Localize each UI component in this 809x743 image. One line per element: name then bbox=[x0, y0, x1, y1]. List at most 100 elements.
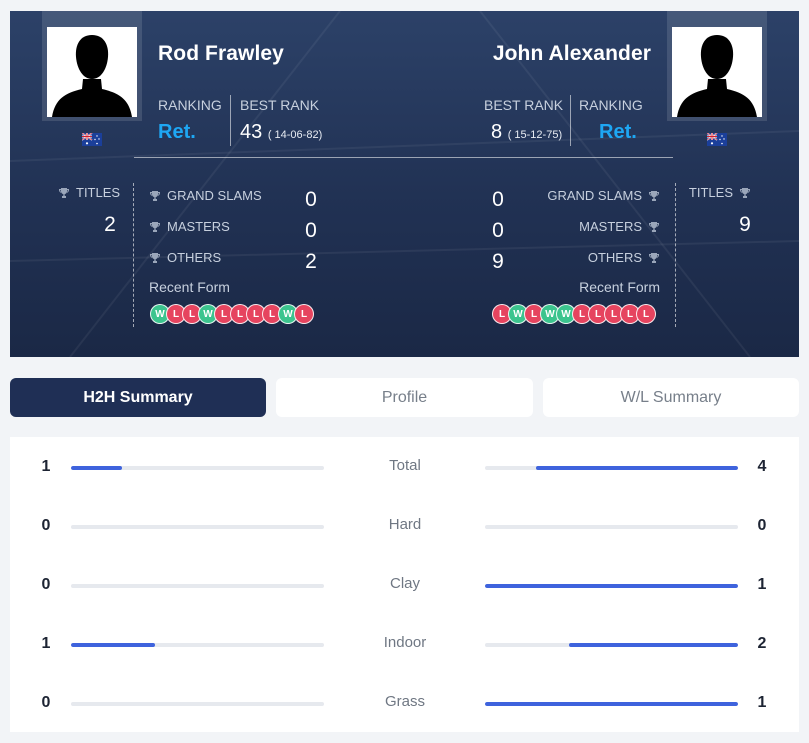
form-loss-badge: L bbox=[294, 304, 314, 324]
player2-titles-label: TITLES bbox=[688, 185, 733, 200]
player1-stat-bar-fill bbox=[71, 466, 122, 470]
player1-photo-frame bbox=[42, 11, 142, 121]
player2-others-value: 9 bbox=[492, 250, 504, 273]
player2-flag-icon bbox=[707, 133, 727, 146]
player2-masters-label: MASTERS bbox=[579, 219, 642, 234]
player2-recent-form-label: Recent Form bbox=[579, 279, 660, 295]
h2h-header: Rod Frawley John Alexander RANKING Ret. … bbox=[10, 11, 799, 357]
player2-stat-value: 0 bbox=[757, 517, 767, 534]
player2-stat-bar bbox=[485, 584, 738, 588]
player2-grand-slams-label: GRAND SLAMS bbox=[547, 188, 642, 203]
player2-others-label: OTHERS bbox=[587, 250, 642, 265]
player2-ranking-divider bbox=[570, 95, 571, 146]
player1-stat-value: 0 bbox=[41, 517, 51, 534]
tab-h2h-summary[interactable]: H2H Summary bbox=[10, 378, 266, 417]
player1-stat-value: 0 bbox=[41, 694, 51, 711]
player2-photo-frame bbox=[667, 11, 767, 121]
player2-recent-form: LWLWWLLLLL bbox=[492, 304, 662, 324]
trophy-icon bbox=[648, 252, 660, 264]
player1-best-rank: 43 ( 14-06-82) bbox=[240, 121, 322, 144]
player2-stat-bar bbox=[485, 466, 738, 470]
player1-best-rank-date: ( 14-06-82) bbox=[267, 129, 323, 141]
player2-stat-value: 4 bbox=[757, 458, 767, 475]
player2-silhouette-icon bbox=[672, 27, 762, 117]
player1-ranking-divider bbox=[230, 95, 231, 146]
player2-stat-bar bbox=[485, 525, 738, 529]
player1-best-rank-label: BEST RANK bbox=[240, 97, 320, 113]
player2-stat-bar-fill bbox=[485, 702, 738, 706]
stat-row-indoor: 1 Indoor 2 bbox=[10, 629, 799, 659]
player1-stat-bar-fill bbox=[71, 643, 156, 647]
player1-grand-slams-label: GRAND SLAMS bbox=[167, 188, 262, 203]
stat-row-hard: 0 Hard 0 bbox=[10, 511, 799, 541]
player1-grand-slams-value: 0 bbox=[305, 188, 317, 211]
player1-titles-value: 2 bbox=[104, 213, 116, 236]
player1-stat-bar bbox=[71, 702, 324, 706]
player1-stat-bar bbox=[71, 643, 324, 647]
stat-row-clay: 0 Clay 1 bbox=[10, 570, 799, 600]
player2-titles-value: 9 bbox=[739, 213, 751, 236]
player1-dashed-divider bbox=[133, 183, 134, 327]
player1-masters-label: MASTERS bbox=[167, 219, 230, 234]
player2-grand-slams-value: 0 bbox=[492, 188, 504, 211]
trophy-icon bbox=[149, 252, 161, 264]
player2-stat-bar bbox=[485, 643, 738, 647]
form-loss-badge: L bbox=[636, 304, 656, 324]
player2-avatar[interactable] bbox=[672, 27, 762, 117]
player2-ranking-value: Ret. bbox=[599, 121, 637, 143]
player1-best-rank-value: 43 bbox=[240, 121, 263, 143]
player2-ranking-label: RANKING bbox=[579, 97, 643, 113]
trophy-icon bbox=[149, 190, 161, 202]
player1-grand-slams-row: GRAND SLAMS bbox=[149, 188, 262, 203]
player2-stat-bar-fill bbox=[569, 643, 738, 647]
tab-wl-summary[interactable]: W/L Summary bbox=[543, 378, 799, 417]
player2-stat-bar-fill bbox=[535, 466, 738, 470]
player1-stat-value: 1 bbox=[41, 635, 51, 652]
player2-masters-row: MASTERS bbox=[579, 219, 660, 234]
trophy-icon bbox=[739, 187, 751, 199]
player1-stat-value: 0 bbox=[41, 576, 51, 593]
player1-stat-bar bbox=[71, 466, 324, 470]
player2-stat-value: 1 bbox=[757, 576, 767, 593]
trophy-icon bbox=[648, 190, 660, 202]
player1-stat-bar bbox=[71, 584, 324, 588]
player1-recent-form: WLLWLLLLWL bbox=[150, 304, 320, 324]
player1-ranking-value: Ret. bbox=[158, 121, 196, 143]
player1-stat-bar bbox=[71, 525, 324, 529]
player1-flag-icon bbox=[82, 133, 102, 146]
trophy-icon bbox=[648, 221, 660, 233]
player2-others-row: OTHERS bbox=[588, 250, 660, 265]
player2-best-rank-label: BEST RANK bbox=[484, 97, 564, 113]
header-divider bbox=[134, 157, 673, 158]
player2-name[interactable]: John Alexander bbox=[493, 42, 651, 66]
player1-avatar[interactable] bbox=[47, 27, 137, 117]
stat-row-grass: 0 Grass 1 bbox=[10, 688, 799, 718]
player2-stat-bar-fill bbox=[485, 584, 738, 588]
player1-silhouette-icon bbox=[47, 27, 137, 117]
stat-label: Grass bbox=[384, 693, 425, 710]
player1-name[interactable]: Rod Frawley bbox=[158, 42, 284, 66]
player2-stat-value: 2 bbox=[757, 635, 767, 652]
stat-label: Total bbox=[389, 457, 421, 474]
stat-row-total: 1 Total 4 bbox=[10, 452, 799, 482]
player1-others-label: OTHERS bbox=[167, 250, 222, 265]
player2-stat-bar bbox=[485, 702, 738, 706]
player1-stat-value: 1 bbox=[41, 458, 51, 475]
h2h-stats-panel: 1 Total 4 0 Hard 0 0 Clay 1 1 Indoor 2 0 Grass 1 bbox=[10, 437, 799, 732]
trophy-icon bbox=[149, 221, 161, 233]
player2-stat-value: 1 bbox=[757, 694, 767, 711]
player1-others-value: 2 bbox=[305, 250, 317, 273]
player2-grand-slams-row: GRAND SLAMS bbox=[547, 188, 660, 203]
stat-label: Hard bbox=[388, 516, 422, 533]
player2-masters-value: 0 bbox=[492, 219, 504, 242]
tab-profile[interactable]: Profile bbox=[276, 378, 533, 417]
player1-masters-value: 0 bbox=[305, 219, 317, 242]
player1-masters-row: MASTERS bbox=[149, 219, 230, 234]
player1-others-row: OTHERS bbox=[149, 250, 221, 265]
player2-dashed-divider bbox=[675, 183, 676, 327]
player1-titles-label: TITLES bbox=[76, 185, 121, 200]
player1-recent-form-label: Recent Form bbox=[149, 279, 230, 295]
player2-best-rank: 8 ( 15-12-75) bbox=[491, 121, 562, 144]
stat-label: Indoor bbox=[383, 634, 427, 651]
player2-titles-label-row: TITLES bbox=[689, 185, 751, 200]
